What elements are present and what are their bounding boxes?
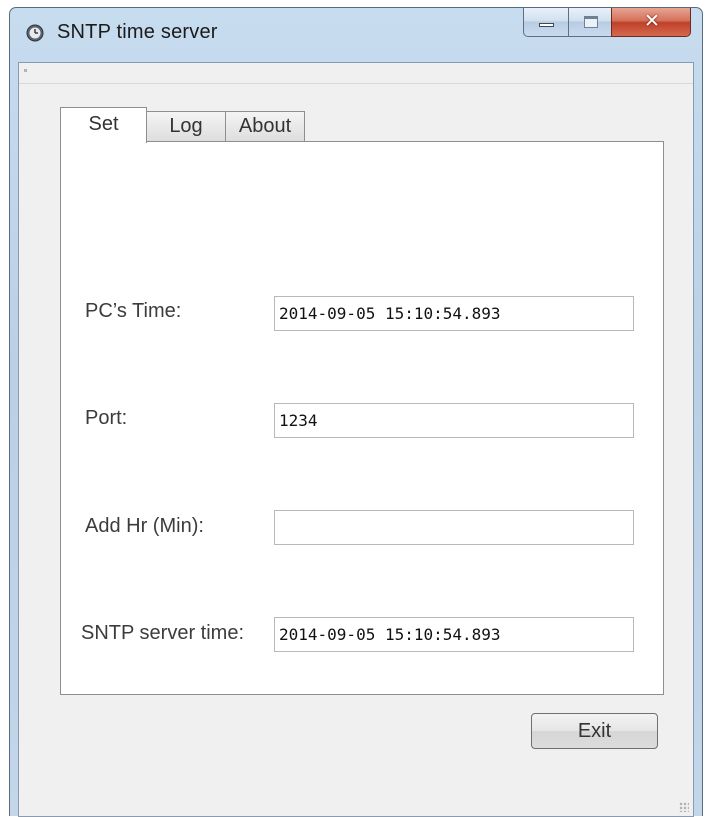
sntp-server-time-field[interactable] [274, 617, 634, 652]
caption-buttons: ✕ [523, 8, 693, 38]
pc-time-field[interactable] [274, 296, 634, 331]
minimize-icon [539, 23, 554, 27]
tab-set[interactable]: Set [60, 107, 147, 143]
client-area: Set Log About PC’s Time: Port: Add Hr (M… [18, 62, 694, 817]
title-bar[interactable]: SNTP time server ✕ [10, 8, 702, 60]
exit-button[interactable]: Exit [531, 713, 658, 749]
set-tab-panel: PC’s Time: Port: Add Hr (Min): SNTP serv… [60, 141, 664, 695]
port-field[interactable] [274, 403, 634, 438]
close-icon: ✕ [644, 10, 660, 32]
resize-grip[interactable] [679, 802, 689, 812]
pc-time-label: PC’s Time: [85, 300, 182, 322]
menu-grip [24, 69, 27, 72]
menu-strip [19, 63, 693, 84]
clock-icon [26, 24, 44, 42]
tab-log[interactable]: Log [146, 111, 226, 141]
app-window: SNTP time server ✕ Set Log About PC’s Ti… [9, 7, 703, 817]
maximize-button[interactable] [568, 8, 612, 37]
window-title: SNTP time server [57, 21, 218, 43]
add-hr-field[interactable] [274, 510, 634, 545]
maximize-icon [584, 16, 598, 28]
minimize-button[interactable] [523, 8, 569, 37]
sntp-server-time-label: SNTP server time: [81, 622, 244, 644]
add-hr-label: Add Hr (Min): [85, 515, 204, 537]
port-label: Port: [85, 407, 128, 429]
tab-about[interactable]: About [225, 111, 305, 141]
close-button[interactable]: ✕ [611, 8, 691, 37]
